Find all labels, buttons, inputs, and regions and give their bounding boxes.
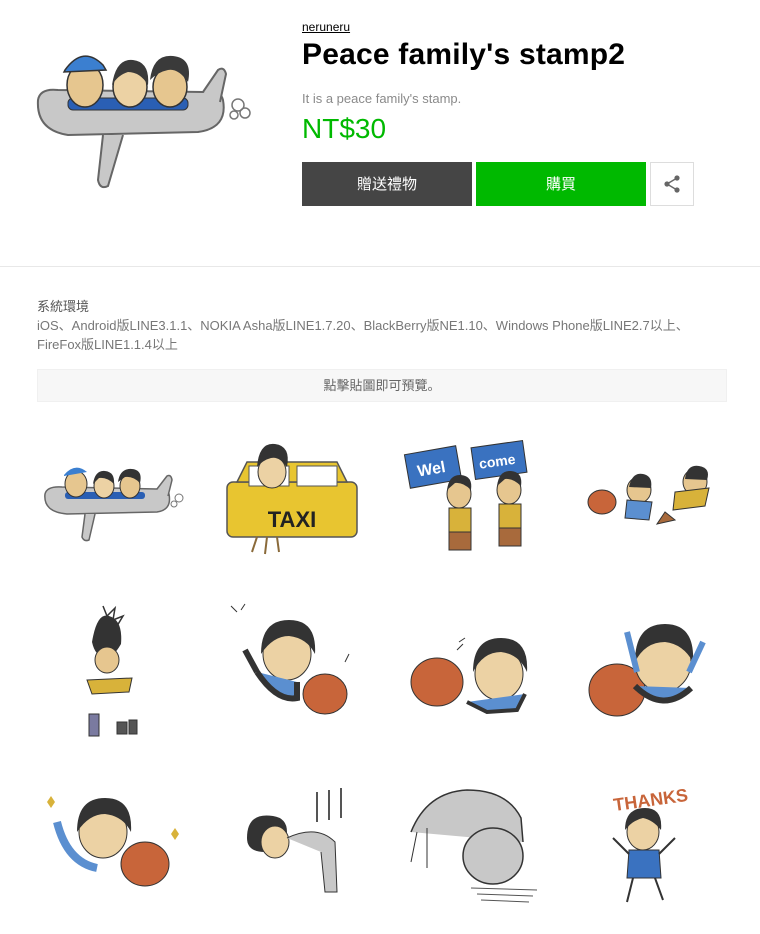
author-link[interactable]: neruneru <box>302 20 350 34</box>
sticker-bowing-person[interactable] <box>217 772 367 912</box>
sticker-flying-family[interactable] <box>577 432 727 572</box>
page-title: Peace family's stamp2 <box>302 38 626 71</box>
sticker-girl-with-dog[interactable] <box>217 602 367 742</box>
share-button[interactable] <box>650 162 694 206</box>
price: NT$30 <box>302 113 387 144</box>
environment-label: 系統環境 <box>37 299 90 314</box>
section-divider <box>0 266 760 267</box>
taxi-text: TAXI <box>268 507 316 532</box>
environment-text: iOS、Android版LINE3.1.1、NOKIA Asha版LINE1.7… <box>37 318 689 352</box>
sticker-cheer-with-dog[interactable] <box>577 602 727 742</box>
sticker-taxi[interactable]: TAXI <box>217 432 367 572</box>
gift-button[interactable]: 贈送禮物 <box>302 162 472 206</box>
sticker-explosion-jump[interactable] <box>37 602 187 742</box>
buy-button[interactable]: 購買 <box>476 162 646 206</box>
product-description: It is a peace family's stamp. <box>302 91 462 106</box>
sticker-high-five[interactable] <box>397 602 547 742</box>
sticker-thanks[interactable]: THANKS <box>577 772 727 912</box>
sticker-airplane[interactable] <box>37 432 187 572</box>
share-icon <box>664 175 680 193</box>
preview-hint: 點擊貼圖即可預覽。 <box>37 369 727 402</box>
main-sticker-image <box>28 40 258 200</box>
sticker-welcome[interactable]: Wel come <box>397 432 547 572</box>
sticker-sparkle-with-dog[interactable] <box>37 772 187 912</box>
sticker-grey-dog[interactable] <box>397 772 547 912</box>
